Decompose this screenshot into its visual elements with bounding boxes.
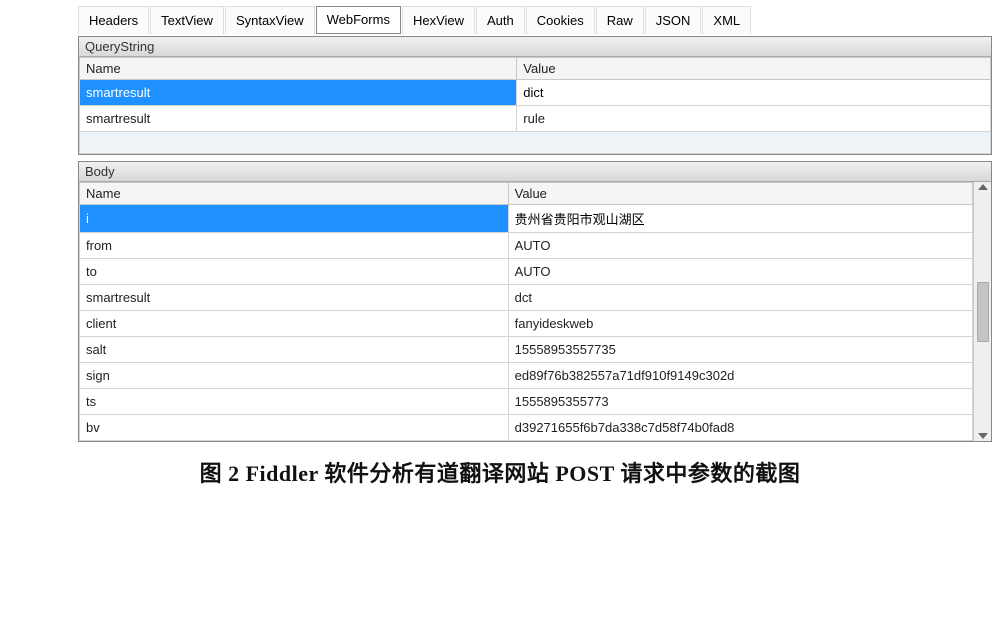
table-row[interactable]: ts 1555895355773: [80, 389, 973, 415]
body-cell-name[interactable]: from: [80, 233, 509, 259]
body-cell-value[interactable]: fanyideskweb: [508, 311, 972, 337]
scroll-down-icon[interactable]: [978, 433, 988, 439]
body-cell-value[interactable]: 1555895355773: [508, 389, 972, 415]
body-cell-name[interactable]: client: [80, 311, 509, 337]
table-row[interactable]: bv d39271655f6b7da338c7d58f74b0fad8: [80, 415, 973, 441]
body-cell-name[interactable]: i: [80, 205, 509, 233]
table-row[interactable]: salt 15558953557735: [80, 337, 973, 363]
body-cell-value[interactable]: 贵州省贵阳市观山湖区: [508, 205, 972, 233]
tab-webforms[interactable]: WebForms: [316, 6, 401, 34]
qs-cell-name[interactable]: smartresult: [80, 106, 517, 132]
qs-cell-name[interactable]: smartresult: [80, 80, 517, 106]
qs-cell-value[interactable]: dict: [517, 80, 991, 106]
tab-textview[interactable]: TextView: [150, 6, 224, 34]
body-cell-value[interactable]: AUTO: [508, 259, 972, 285]
body-cell-value[interactable]: ed89f76b382557a71df910f9149c302d: [508, 363, 972, 389]
body-header-value[interactable]: Value: [508, 183, 972, 205]
body-cell-name[interactable]: bv: [80, 415, 509, 441]
table-row[interactable]: i 贵州省贵阳市观山湖区: [80, 205, 973, 233]
tab-headers[interactable]: Headers: [78, 6, 149, 34]
qs-cell-value[interactable]: rule: [517, 106, 991, 132]
scroll-thumb[interactable]: [977, 282, 989, 342]
table-row[interactable]: client fanyideskweb: [80, 311, 973, 337]
body-cell-name[interactable]: salt: [80, 337, 509, 363]
tab-xml[interactable]: XML: [702, 6, 751, 34]
tab-syntaxview[interactable]: SyntaxView: [225, 6, 315, 34]
table-row[interactable]: smartresult rule: [80, 106, 991, 132]
scroll-track[interactable]: [974, 190, 991, 433]
body-cell-value[interactable]: d39271655f6b7da338c7d58f74b0fad8: [508, 415, 972, 441]
tab-auth[interactable]: Auth: [476, 6, 525, 34]
querystring-title: QueryString: [79, 37, 991, 57]
tab-raw[interactable]: Raw: [596, 6, 644, 34]
body-cell-name[interactable]: smartresult: [80, 285, 509, 311]
tab-cookies[interactable]: Cookies: [526, 6, 595, 34]
body-cell-value[interactable]: AUTO: [508, 233, 972, 259]
body-cell-name[interactable]: to: [80, 259, 509, 285]
table-row[interactable]: smartresult dct: [80, 285, 973, 311]
inspector-tabs: Headers TextView SyntaxView WebForms Hex…: [78, 6, 992, 34]
querystring-table: Name Value smartresult dict smartresult …: [79, 57, 991, 154]
body-cell-value[interactable]: 15558953557735: [508, 337, 972, 363]
body-header-name[interactable]: Name: [80, 183, 509, 205]
table-row[interactable]: sign ed89f76b382557a71df910f9149c302d: [80, 363, 973, 389]
table-row[interactable]: to AUTO: [80, 259, 973, 285]
body-cell-name[interactable]: sign: [80, 363, 509, 389]
qs-header-name[interactable]: Name: [80, 58, 517, 80]
body-scrollbar[interactable]: [973, 182, 991, 441]
body-section: Body Name Value i 贵州省贵阳市观山湖区: [78, 161, 992, 442]
body-cell-name[interactable]: ts: [80, 389, 509, 415]
querystring-section: QueryString Name Value smartresult dict …: [78, 36, 992, 155]
tab-json[interactable]: JSON: [645, 6, 702, 34]
table-row-empty: [80, 132, 991, 154]
figure-caption: 图 2 Fiddler 软件分析有道翻译网站 POST 请求中参数的截图: [0, 456, 1000, 488]
tab-hexview[interactable]: HexView: [402, 6, 475, 34]
body-cell-value[interactable]: dct: [508, 285, 972, 311]
qs-header-value[interactable]: Value: [517, 58, 991, 80]
body-table: Name Value i 贵州省贵阳市观山湖区 from AUTO: [79, 182, 973, 441]
body-title: Body: [79, 162, 991, 182]
table-row[interactable]: smartresult dict: [80, 80, 991, 106]
table-row[interactable]: from AUTO: [80, 233, 973, 259]
